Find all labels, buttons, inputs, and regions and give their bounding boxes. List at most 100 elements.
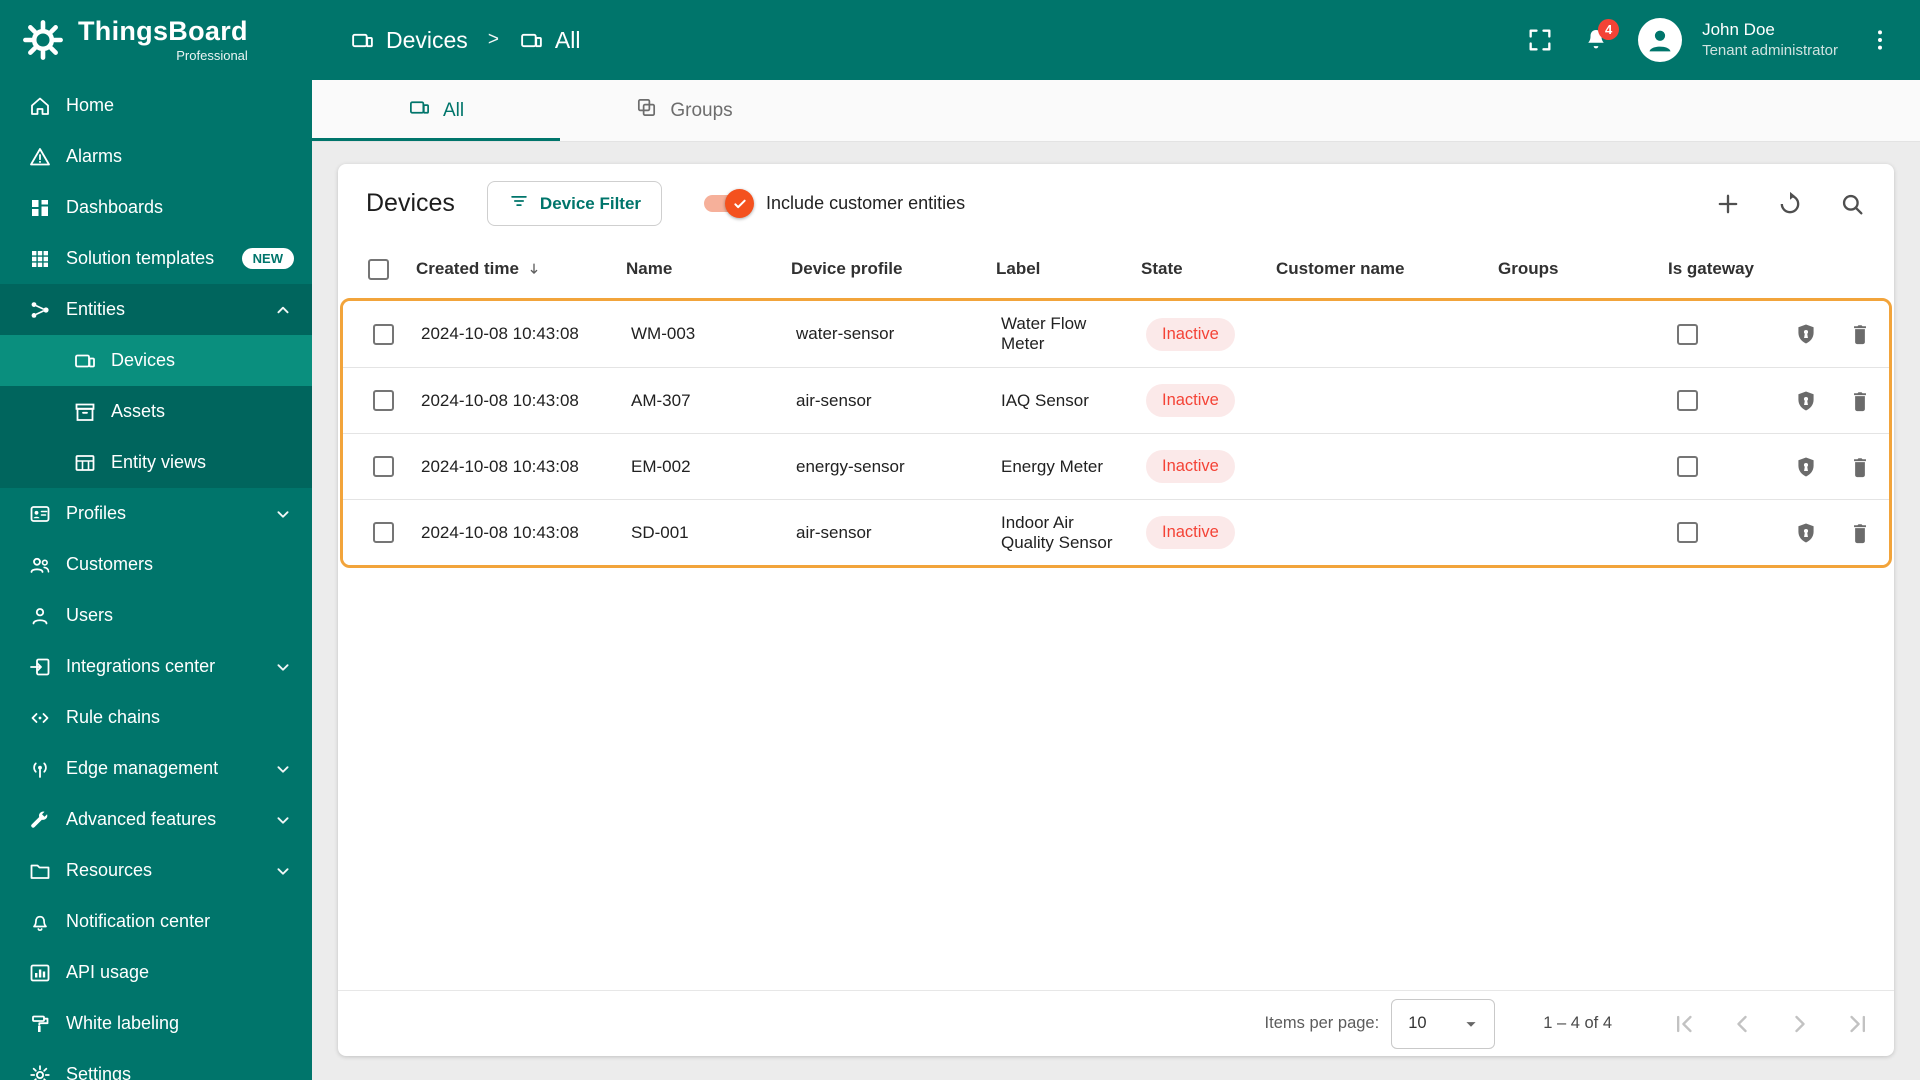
shield-icon[interactable]: [1793, 388, 1819, 414]
kebab-menu-icon[interactable]: [1866, 26, 1894, 54]
sidebar-item-api-usage[interactable]: API usage: [0, 947, 312, 998]
shield-icon[interactable]: [1793, 321, 1819, 347]
sidebar-item-entities[interactable]: Entities: [0, 284, 312, 335]
column-name[interactable]: Name: [616, 240, 781, 298]
integration-input-icon: [28, 655, 52, 679]
user-role: Tenant administrator: [1702, 42, 1838, 60]
items-per-page-value: 10: [1408, 1014, 1427, 1032]
column-created-time[interactable]: Created time: [406, 240, 616, 298]
table-row[interactable]: 2024-10-08 10:43:08 EM-002 energy-sensor…: [343, 433, 1889, 499]
user-avatar[interactable]: [1638, 18, 1683, 62]
new-badge: NEW: [241, 248, 294, 269]
row-checkbox[interactable]: [373, 323, 394, 345]
sidebar-item-advanced-features[interactable]: Advanced features: [0, 794, 312, 845]
trash-icon[interactable]: [1847, 388, 1873, 414]
table-row[interactable]: 2024-10-08 10:43:08 SD-001 air-sensor In…: [343, 499, 1889, 565]
sidebar-item-solution-templates[interactable]: Solution templates NEW: [0, 233, 312, 284]
fullscreen-icon[interactable]: [1526, 26, 1554, 54]
column-device-profile[interactable]: Device profile: [781, 240, 986, 298]
assets-box-icon: [73, 400, 97, 424]
sidebar-item-entity-views[interactable]: Entity views: [0, 437, 312, 488]
shield-icon[interactable]: [1793, 520, 1819, 546]
notifications-button[interactable]: 4: [1582, 19, 1620, 54]
gear-icon: [28, 1063, 52, 1080]
sidebar-item-alarms[interactable]: Alarms: [0, 131, 312, 182]
table-row[interactable]: 2024-10-08 10:43:08 WM-003 water-sensor …: [343, 301, 1889, 367]
entity-views-table-icon: [73, 451, 97, 475]
column-groups[interactable]: Groups: [1488, 240, 1658, 298]
column-customer-name[interactable]: Customer name: [1266, 240, 1488, 298]
trash-icon[interactable]: [1847, 321, 1873, 347]
sidebar-item-settings[interactable]: Settings: [0, 1049, 312, 1080]
include-customer-entities-toggle[interactable]: Include customer entities: [704, 189, 965, 218]
row-checkbox[interactable]: [373, 456, 394, 477]
top-header: Devices > All 4 John Doe Tenant administ…: [312, 0, 1920, 80]
column-state[interactable]: State: [1131, 240, 1266, 298]
toggle-thumb: [725, 189, 755, 218]
cell-state: Inactive: [1136, 376, 1271, 425]
page-range-label: 1 – 4 of 4: [1543, 1014, 1612, 1032]
sidebar-item-white-labeling[interactable]: White labeling: [0, 998, 312, 1049]
app-logo[interactable]: ThingsBoard Professional: [0, 0, 312, 80]
sidebar-item-rule-chains[interactable]: Rule chains: [0, 692, 312, 743]
breadcrumb-devices[interactable]: Devices: [350, 27, 468, 54]
sidebar-item-edge-management[interactable]: Edge management: [0, 743, 312, 794]
breadcrumb-all[interactable]: All: [519, 27, 580, 54]
sidebar: ThingsBoard Professional Home Alarms Das…: [0, 0, 312, 1080]
sidebar-item-integrations-center[interactable]: Integrations center: [0, 641, 312, 692]
sidebar-item-resources[interactable]: Resources: [0, 845, 312, 896]
app-root: ThingsBoard Professional Home Alarms Das…: [0, 0, 1920, 1080]
cell-name: WM-003: [631, 324, 696, 343]
trash-icon[interactable]: [1847, 520, 1873, 546]
previous-page-button[interactable]: [1728, 1010, 1756, 1038]
cell-groups: [1493, 525, 1663, 541]
cell-customer-name: [1271, 459, 1493, 475]
sidebar-item-devices[interactable]: Devices: [0, 335, 312, 386]
row-checkbox[interactable]: [373, 390, 394, 411]
cell-name: SD-001: [631, 522, 689, 542]
is-gateway-checkbox[interactable]: [1677, 522, 1698, 543]
next-page-button[interactable]: [1786, 1010, 1814, 1038]
sidebar-item-home[interactable]: Home: [0, 80, 312, 131]
sidebar-item-notification-center[interactable]: Notification center: [0, 896, 312, 947]
first-page-button[interactable]: [1670, 1010, 1698, 1038]
column-label[interactable]: Label: [986, 240, 1131, 298]
shield-icon[interactable]: [1793, 454, 1819, 480]
search-button[interactable]: [1838, 190, 1866, 218]
column-is-gateway[interactable]: Is gateway: [1658, 240, 1778, 298]
sidebar-item-customers[interactable]: Customers: [0, 539, 312, 590]
is-gateway-checkbox[interactable]: [1677, 390, 1698, 411]
cell-created-time: 2024-10-08 10:43:08: [421, 522, 579, 542]
items-per-page-select[interactable]: 10: [1391, 998, 1496, 1049]
cell-state: Inactive: [1136, 310, 1271, 359]
sidebar-item-profiles[interactable]: Profiles: [0, 488, 312, 539]
sidebar-item-dashboards[interactable]: Dashboards: [0, 182, 312, 233]
sidebar-item-label: Profiles: [66, 503, 127, 523]
add-device-button[interactable]: [1714, 190, 1742, 218]
table-row[interactable]: 2024-10-08 10:43:08 AM-307 air-sensor IA…: [343, 367, 1889, 433]
sidebar-item-users[interactable]: Users: [0, 590, 312, 641]
cell-actions: [1783, 512, 1889, 554]
last-page-button[interactable]: [1844, 1010, 1872, 1038]
trash-icon[interactable]: [1847, 454, 1873, 480]
sidebar-item-label: Settings: [66, 1064, 132, 1080]
refresh-button[interactable]: [1776, 190, 1804, 218]
tab-all[interactable]: All: [312, 80, 560, 141]
column-actions: [1778, 250, 1894, 288]
sidebar-item-label: Entities: [66, 299, 126, 319]
tab-groups[interactable]: Groups: [560, 80, 808, 141]
row-checkbox[interactable]: [373, 522, 394, 543]
app-title: ThingsBoard Professional: [78, 15, 248, 63]
sidebar-item-label: Advanced features: [66, 809, 217, 829]
column-label: Groups: [1498, 259, 1559, 278]
select-all-checkbox[interactable]: [368, 258, 389, 280]
cell-created-time: 2024-10-08 10:43:08: [421, 324, 579, 343]
sidebar-item-assets[interactable]: Assets: [0, 386, 312, 437]
page-title: Devices: [366, 189, 455, 217]
column-label: Label: [996, 259, 1041, 278]
device-filter-button[interactable]: Device Filter: [486, 181, 663, 226]
app-name: ThingsBoard: [78, 15, 248, 46]
is-gateway-checkbox[interactable]: [1677, 323, 1698, 345]
sidebar-group-entities: Entities Devices Assets Entity views: [0, 284, 312, 488]
is-gateway-checkbox[interactable]: [1677, 456, 1698, 477]
